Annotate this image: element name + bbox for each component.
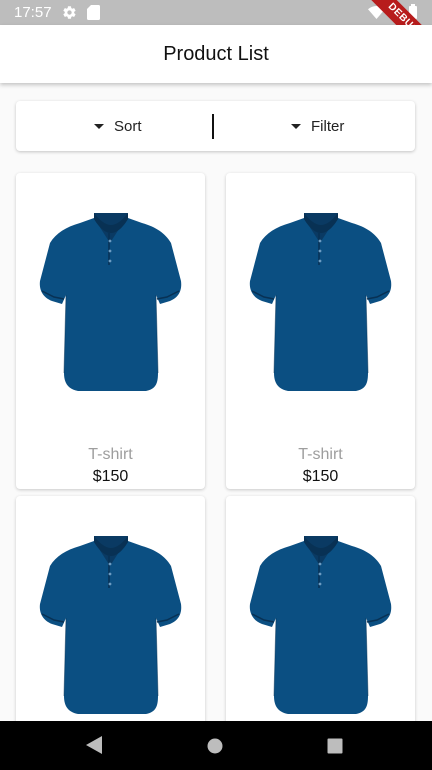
sd-card-icon — [87, 5, 100, 20]
app-bar: Product List — [0, 25, 432, 83]
sort-filter-bar: Sort Filter — [16, 101, 415, 151]
back-icon[interactable] — [86, 736, 102, 754]
tshirt-image — [249, 536, 392, 714]
page-title: Product List — [163, 43, 269, 65]
tshirt-image — [249, 213, 392, 391]
recents-icon[interactable] — [327, 738, 343, 754]
filter-button[interactable]: Filter — [291, 101, 344, 151]
divider — [212, 114, 214, 139]
product-card[interactable]: T-shirt $150 — [226, 173, 415, 489]
product-card[interactable]: T-shirt $150 — [16, 173, 205, 489]
tshirt-image — [39, 536, 182, 714]
navigation-bar — [0, 721, 432, 770]
product-price: $150 — [92, 468, 129, 485]
sort-button[interactable]: Sort — [94, 101, 142, 151]
status-bar: 17:57 DEBUG — [0, 0, 432, 65]
tshirt-image — [39, 213, 182, 391]
product-name: T-shirt — [88, 446, 133, 463]
filter-label: Filter — [311, 117, 345, 135]
status-time: 17:57 — [14, 4, 52, 21]
product-name: T-shirt — [298, 446, 343, 463]
caret-down-icon — [291, 123, 301, 129]
sort-label: Sort — [114, 117, 142, 135]
gear-icon — [63, 6, 76, 19]
home-icon[interactable] — [207, 738, 223, 754]
caret-down-icon — [94, 123, 104, 129]
product-price: $150 — [302, 468, 339, 485]
